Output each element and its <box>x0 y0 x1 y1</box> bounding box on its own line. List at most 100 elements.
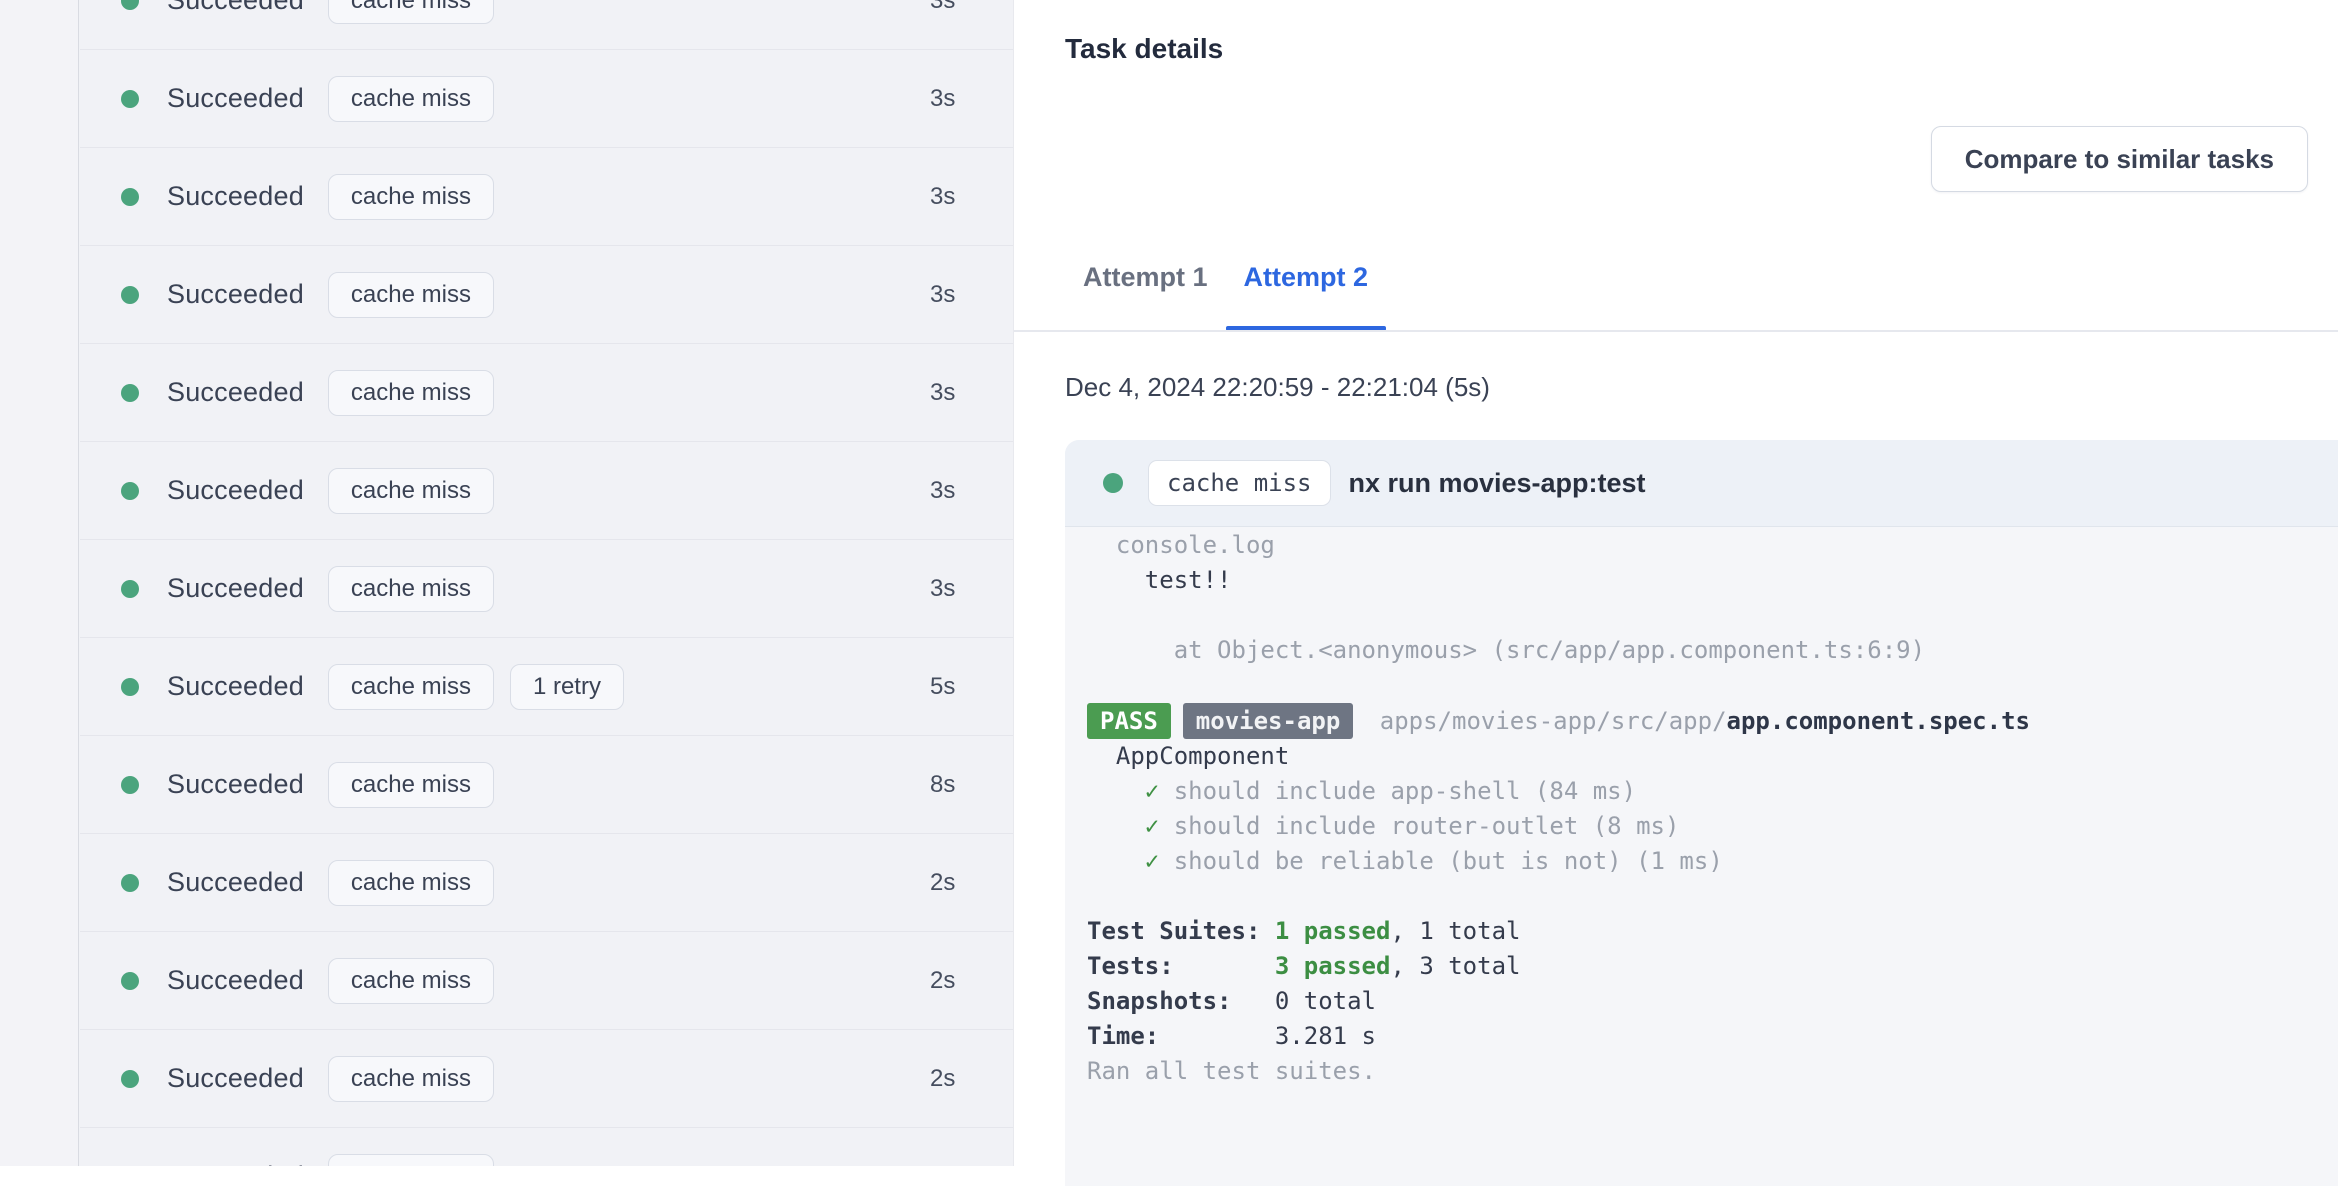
task-duration: 2s <box>930 1064 956 1092</box>
task-status-label: Succeeded <box>167 769 304 799</box>
task-badges: cache miss <box>327 75 494 122</box>
task-status-label: Succeeded <box>167 573 304 603</box>
terminal-text-segment: test!! <box>1087 566 1232 594</box>
task-row[interactable]: Succeeded cache miss 2s <box>80 834 1013 932</box>
status-dot-icon <box>121 677 139 696</box>
cache-status-badge: cache miss <box>327 271 494 318</box>
cache-status-badge: cache miss <box>327 467 494 514</box>
terminal-text-segment: should be reliable (but is not) (1 ms) <box>1159 847 1723 875</box>
task-badges: cache miss <box>327 565 494 612</box>
task-row[interactable]: Succeeded cache miss 8s <box>80 736 1013 834</box>
cache-status-badge: cache miss <box>327 173 494 220</box>
cache-status-badge: cache miss <box>1148 460 1331 506</box>
cache-status-badge: cache miss <box>327 369 494 416</box>
terminal-text-segment: , 1 total <box>1390 917 1521 945</box>
task-row[interactable]: Succeeded cache miss <box>80 1128 1013 1166</box>
terminal-text-segment: 3.281 s <box>1274 1022 1376 1050</box>
terminal-line: ✓ should be reliable (but is not) (1 ms) <box>1087 844 2328 879</box>
task-row[interactable]: Succeeded cache miss 3s <box>80 0 1013 50</box>
cache-status-badge: cache miss <box>327 1055 494 1102</box>
task-row[interactable]: Succeeded cache miss 3s <box>80 344 1013 442</box>
status-dot-icon <box>121 579 139 598</box>
terminal-text-segment: Test Suites: <box>1087 917 1275 945</box>
terminal-text-segment: should include app-shell (84 ms) <box>1159 777 1637 805</box>
task-list-left-rail <box>0 0 79 1166</box>
task-row[interactable]: Succeeded cache miss 3s <box>80 540 1013 638</box>
terminal-text-segment: 1 passed <box>1274 917 1391 945</box>
tabs-divider <box>1014 330 2338 332</box>
task-status-label: Succeeded <box>167 1063 304 1093</box>
task-badges: cache miss <box>327 859 494 906</box>
task-details-panel: Task details Compare to similar tasks At… <box>1013 0 2338 1186</box>
task-duration: 5s <box>930 672 956 700</box>
tab-attempt-2[interactable]: Attempt 2 <box>1225 248 1387 331</box>
attempt-date-range: Dec 4, 2024 22:20:59 - 22:21:04 (5s) <box>1065 372 1490 402</box>
task-status-label: Succeeded <box>167 965 304 995</box>
task-rows: Succeeded cache miss 3s Succeeded cache … <box>80 0 1013 1166</box>
task-list-panel: Succeeded cache miss 3s Succeeded cache … <box>0 0 1013 1166</box>
task-output-card: cache miss nx run movies-app:test consol… <box>1065 440 2338 1186</box>
status-dot-icon <box>121 481 139 500</box>
status-dot-icon <box>121 873 139 892</box>
cache-status-badge: cache miss <box>327 663 494 710</box>
tab-attempt-1[interactable]: Attempt 1 <box>1065 248 1226 331</box>
task-status-label: Succeeded <box>167 475 304 505</box>
task-duration: 3s <box>930 476 956 504</box>
task-status-label: Succeeded <box>167 279 304 309</box>
task-row[interactable]: Succeeded cache miss 2s <box>80 1030 1013 1128</box>
task-row[interactable]: Succeeded cache miss 1 retry 5s <box>80 638 1013 736</box>
terminal-text-segment: should include router-outlet (8 ms) <box>1159 812 1680 840</box>
cache-status-badge: cache miss <box>327 859 494 906</box>
terminal-text-segment: Snapshots: <box>1087 987 1275 1015</box>
cache-status-badge: cache miss <box>327 0 494 24</box>
terminal-text-segment: console.log <box>1087 531 1275 559</box>
task-duration: 2s <box>930 966 956 994</box>
task-output-header[interactable]: cache miss nx run movies-app:test <box>1065 440 2338 527</box>
terminal-text-segment: 3 passed <box>1274 952 1391 980</box>
terminal-text-segment: apps/movies-app/src/app/ <box>1365 707 1727 735</box>
cache-status-badge: cache miss <box>327 1153 494 1166</box>
task-status-label: Succeeded <box>167 1161 304 1166</box>
task-row[interactable]: Succeeded cache miss 3s <box>80 50 1013 148</box>
compare-similar-tasks-button[interactable]: Compare to similar tasks <box>1930 126 2308 192</box>
check-icon: ✓ <box>1144 777 1160 805</box>
task-duration: 8s <box>930 770 956 798</box>
task-row[interactable]: Succeeded cache miss 3s <box>80 148 1013 246</box>
terminal-line: Time: 3.281 s <box>1087 1019 2328 1054</box>
status-dot-icon <box>121 775 139 794</box>
terminal-text-segment: Tests: <box>1087 952 1275 980</box>
task-row[interactable]: Succeeded cache miss 3s <box>80 246 1013 344</box>
terminal-text-segment: at Object.<anonymous> (src/app/app.compo… <box>1087 636 1926 664</box>
status-dot-icon <box>121 383 139 402</box>
terminal-output: console.log test!! at Object.<anonymous>… <box>1065 527 2338 1149</box>
task-status-label: Succeeded <box>167 0 304 15</box>
task-badges: cache miss <box>327 1055 494 1102</box>
check-icon: ✓ <box>1144 847 1160 875</box>
task-badges: cache miss <box>327 369 494 416</box>
terminal-line: PASS movies-app apps/movies-app/src/app/a… <box>1087 703 2328 739</box>
task-row[interactable]: Succeeded cache miss 2s <box>80 932 1013 1030</box>
status-dot-icon <box>121 0 139 10</box>
cache-status-badge: cache miss <box>327 957 494 1004</box>
terminal-line: Tests: 3 passed, 3 total <box>1087 949 2328 984</box>
task-duration: 3s <box>930 182 956 210</box>
task-row[interactable]: Succeeded cache miss 3s <box>80 442 1013 540</box>
project-badge: movies-app <box>1182 703 1354 739</box>
retry-badge: 1 retry <box>509 663 624 710</box>
task-command: nx run movies-app:test <box>1348 467 1646 498</box>
task-badges: cache miss <box>327 173 494 220</box>
attempt-tabs: Attempt 1 Attempt 2 <box>1065 248 1386 331</box>
status-dot-icon <box>121 1069 139 1088</box>
task-duration: 3s <box>930 280 956 308</box>
task-badges: cache miss 1 retry <box>327 663 624 710</box>
terminal-text-segment: , 3 total <box>1390 952 1521 980</box>
terminal-line: ✓ should include app-shell (84 ms) <box>1087 774 2328 809</box>
task-duration: 2s <box>930 868 956 896</box>
task-duration: 3s <box>930 84 956 112</box>
task-status-label: Succeeded <box>167 181 304 211</box>
task-duration: 3s <box>930 0 956 14</box>
status-dot-icon <box>121 285 139 304</box>
